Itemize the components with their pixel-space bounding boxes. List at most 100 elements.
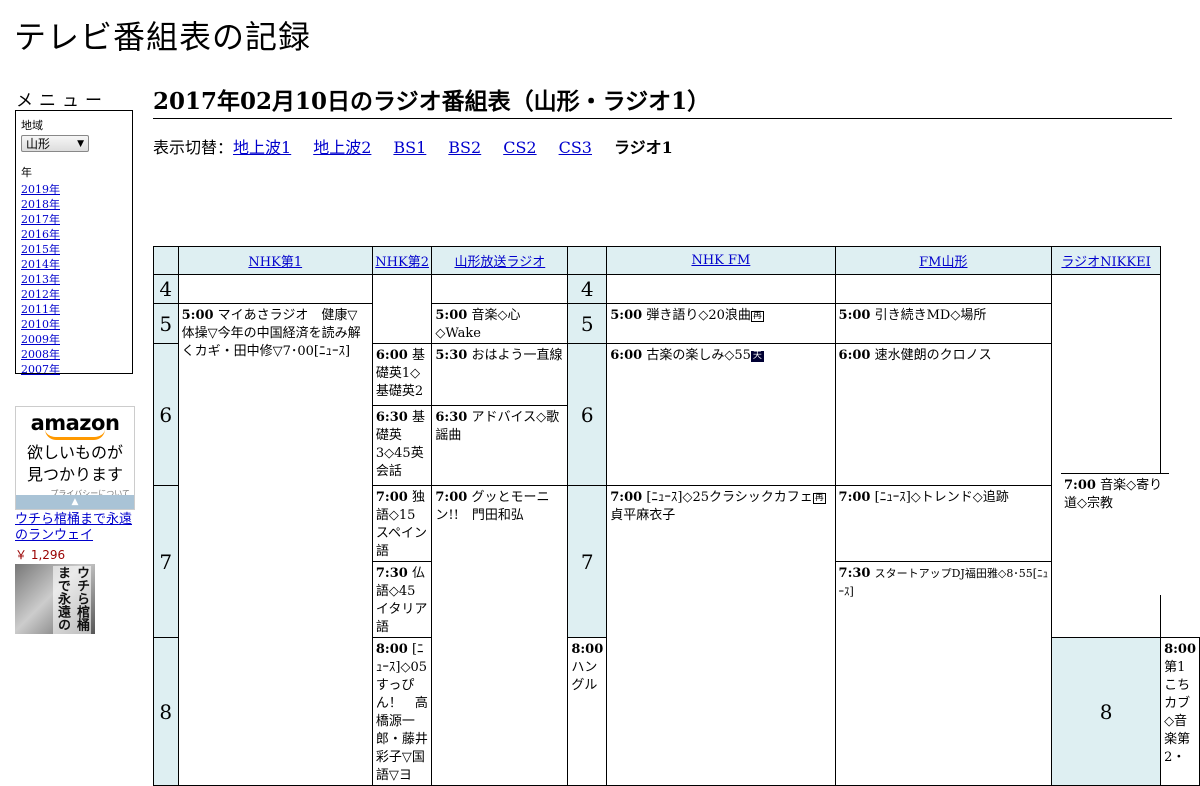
program-fmy-0730[interactable]: 7:30 スタートアップDJ福田雅◇8･55[ﾆｭｰｽ] — [834, 561, 1053, 786]
year-link-2018[interactable]: 2018年 — [21, 197, 127, 212]
year-link-2017[interactable]: 2017年 — [21, 212, 127, 227]
program-ybc-0700[interactable]: 7:00 グッとモーニン!! 門田和弘 — [431, 485, 569, 786]
program-title: [ﾆｭｰｽ]◇05すっぴん！ 高橋源一郎・藤井彩子▽国語▽ヨ — [375, 642, 428, 783]
program-fm-0500[interactable]: 5:00 弾き語り◇20浪曲再 — [606, 303, 836, 344]
switch-link-cs3[interactable]: CS3 — [559, 138, 592, 157]
hour-label: 8 — [153, 637, 179, 786]
switch-link-bs1[interactable]: BS1 — [393, 138, 426, 157]
switch-link-chijo1[interactable]: 地上波1 — [233, 138, 291, 157]
year-link-2008[interactable]: 2008年 — [21, 347, 127, 362]
program-cell-empty — [606, 274, 836, 304]
program-time: 5:00 — [838, 308, 871, 323]
program-nhk2-0630[interactable]: 6:30 基礎英3◇45英会話 — [371, 405, 433, 486]
menu-title: メニュー — [16, 91, 108, 111]
year-link-2007[interactable]: 2007年 — [21, 362, 127, 377]
amazon-ad[interactable]: amazon 欲しいものが 見つかります プライバシーについて ▲ — [15, 406, 135, 510]
program-title: 第1こちカブ◇音楽第2・ — [1164, 660, 1191, 765]
program-time: 7:00 — [1064, 478, 1096, 493]
program-ybc-0630[interactable]: 6:30 アドバイス◇歌謡曲 — [431, 405, 569, 486]
program-time: 7:00 — [838, 490, 871, 505]
program-nhk2-0600[interactable]: 6:00 基礎英1◇基礎英2 — [371, 343, 433, 406]
stereo-badge-icon: 天 — [750, 351, 764, 362]
book-cover-image[interactable]: ウチら棺桶まで永遠の — [15, 564, 95, 634]
program-time: 5:00 — [435, 308, 468, 323]
program-cell-empty — [431, 274, 569, 304]
channel-link-fmyamagata[interactable]: FM山形 — [919, 255, 967, 270]
year-link-2014[interactable]: 2014年 — [21, 257, 127, 272]
program-title: ハングル — [571, 660, 598, 693]
year-link-2015[interactable]: 2015年 — [21, 242, 127, 257]
hour-label: 7 — [153, 485, 179, 638]
channel-link-ybc[interactable]: 山形放送ラジオ — [454, 255, 545, 270]
program-title: 引き続きMD◇場所 — [874, 308, 987, 323]
program-ybc-0530[interactable]: 5:30 おはよう一直線 — [431, 343, 569, 406]
page-title: 2017年02月10日のラジオ番組表（山形・ラジオ1） — [153, 82, 1172, 119]
region-label: 地域 — [21, 119, 43, 132]
program-fmy-0500[interactable]: 5:00 引き続きMD◇場所 — [834, 303, 1053, 344]
channel-header-nhk2: NHK第2 — [371, 246, 433, 275]
channel-link-nikkei[interactable]: ラジオNIKKEI — [1061, 255, 1150, 270]
program-cell-empty — [371, 274, 433, 344]
corner-cell — [153, 246, 179, 275]
switch-link-chijo2[interactable]: 地上波2 — [313, 138, 371, 157]
program-time: 7:00 — [610, 490, 643, 505]
switch-current: ラジオ1 — [613, 138, 673, 157]
program-nhk1-0500[interactable]: 5:00 マイあさラジオ 健康▽体操▽今年の中国経済を読み解くカギ・田中修▽7･… — [177, 303, 373, 786]
hour-label: 5 — [567, 303, 608, 344]
view-switch-label: 表示切替： — [153, 138, 234, 157]
year-link-2012[interactable]: 2012年 — [21, 287, 127, 302]
program-time: 7:30 — [375, 566, 408, 581]
year-link-2013[interactable]: 2013年 — [21, 272, 127, 287]
year-link-2016[interactable]: 2016年 — [21, 227, 127, 242]
channel-header-nhk1: NHK第1 — [177, 246, 373, 275]
year-link-2009[interactable]: 2009年 — [21, 332, 127, 347]
ad-copy-line2: 見つかります — [26, 465, 123, 484]
corner-cell — [567, 246, 608, 275]
program-time: 8:00 — [375, 642, 408, 657]
program-fm-0600[interactable]: 6:00 古楽の楽しみ◇55 天 — [606, 343, 836, 486]
hour-label: 6 — [567, 343, 608, 486]
program-ybc-0500[interactable]: 5:00 音楽◇心◇Wake — [431, 303, 569, 344]
book-cover-title: ウチら棺桶まで永遠の — [53, 566, 91, 634]
channel-header-nhkfm: NHK FM — [606, 246, 836, 275]
channel-link-nhk1[interactable]: NHK第1 — [248, 255, 302, 270]
program-cell-empty — [834, 274, 1053, 304]
program-nhk2-0800[interactable]: 8:00 ハングル — [567, 637, 608, 786]
hour-label: 4 — [153, 274, 179, 304]
ad-scroll-up-icon[interactable]: ▲ — [16, 495, 134, 509]
channel-header-fmyamagata: FM山形 — [834, 246, 1053, 275]
channel-link-nhkfm[interactable]: NHK FM — [691, 253, 750, 268]
program-nhk2-0700[interactable]: 7:00 独語◇15スペイン語 — [371, 485, 433, 562]
program-fmy-0700[interactable]: 7:00 [ﾆｭｰｽ]◇トレンド◇追跡 — [834, 485, 1053, 562]
program-title: [ﾆｭｰｽ]◇トレンド◇追跡 — [874, 490, 1009, 505]
book-link[interactable]: ウチら棺桶まで永遠のランウェイ — [15, 512, 140, 544]
menu-box: 地域 山形 ▼ 年 2019年 2018年 2017年 2016年 2015年 … — [15, 110, 133, 377]
region-select[interactable]: 山形 ▼ — [21, 135, 89, 152]
program-cell-empty — [177, 274, 373, 304]
program-title: 弾き語り◇20浪曲 — [646, 308, 751, 323]
region-select-value: 山形 — [26, 137, 51, 151]
program-fm-0700[interactable]: 7:00 [ﾆｭｰｽ]◇25クラシックカフェ 再貞平麻衣子 — [606, 485, 836, 786]
program-nhk2-0730[interactable]: 7:30 仏語◇45イタリア語 — [371, 561, 433, 638]
program-time: 8:00 — [1164, 642, 1196, 657]
year-link-2010[interactable]: 2010年 — [21, 317, 127, 332]
program-time: 5:30 — [435, 348, 468, 363]
year-list: 2019年 2018年 2017年 2016年 2015年 2014年 2013… — [21, 182, 127, 377]
channel-header-ybc: 山形放送ラジオ — [431, 246, 569, 275]
hour-label: 8 — [1051, 637, 1162, 786]
program-nikkei-0700[interactable]: 7:00 音楽◇寄り道◇宗教 — [1061, 473, 1169, 595]
year-link-2019[interactable]: 2019年 — [21, 182, 127, 197]
hour-label: 5 — [153, 303, 179, 344]
program-time: 6:30 — [375, 410, 408, 425]
switch-link-bs2[interactable]: BS2 — [448, 138, 481, 157]
year-link-2011[interactable]: 2011年 — [21, 302, 127, 317]
channel-link-nhk2[interactable]: NHK第2 — [375, 255, 429, 270]
program-fmy-0600[interactable]: 6:00 速水健朗のクロノス — [834, 343, 1053, 486]
program-time: 8:00 — [571, 642, 604, 657]
switch-link-cs2[interactable]: CS2 — [503, 138, 536, 157]
program-time: 5:00 — [181, 308, 214, 323]
program-time: 6:00 — [610, 348, 643, 363]
program-nikkei-0800[interactable]: 8:00 第1こちカブ◇音楽第2・ — [1160, 637, 1200, 786]
program-nhk1-0800[interactable]: 8:00 [ﾆｭｰｽ]◇05すっぴん！ 高橋源一郎・藤井彩子▽国語▽ヨ — [371, 637, 433, 786]
dropdown-arrow-icon: ▼ — [77, 139, 84, 149]
